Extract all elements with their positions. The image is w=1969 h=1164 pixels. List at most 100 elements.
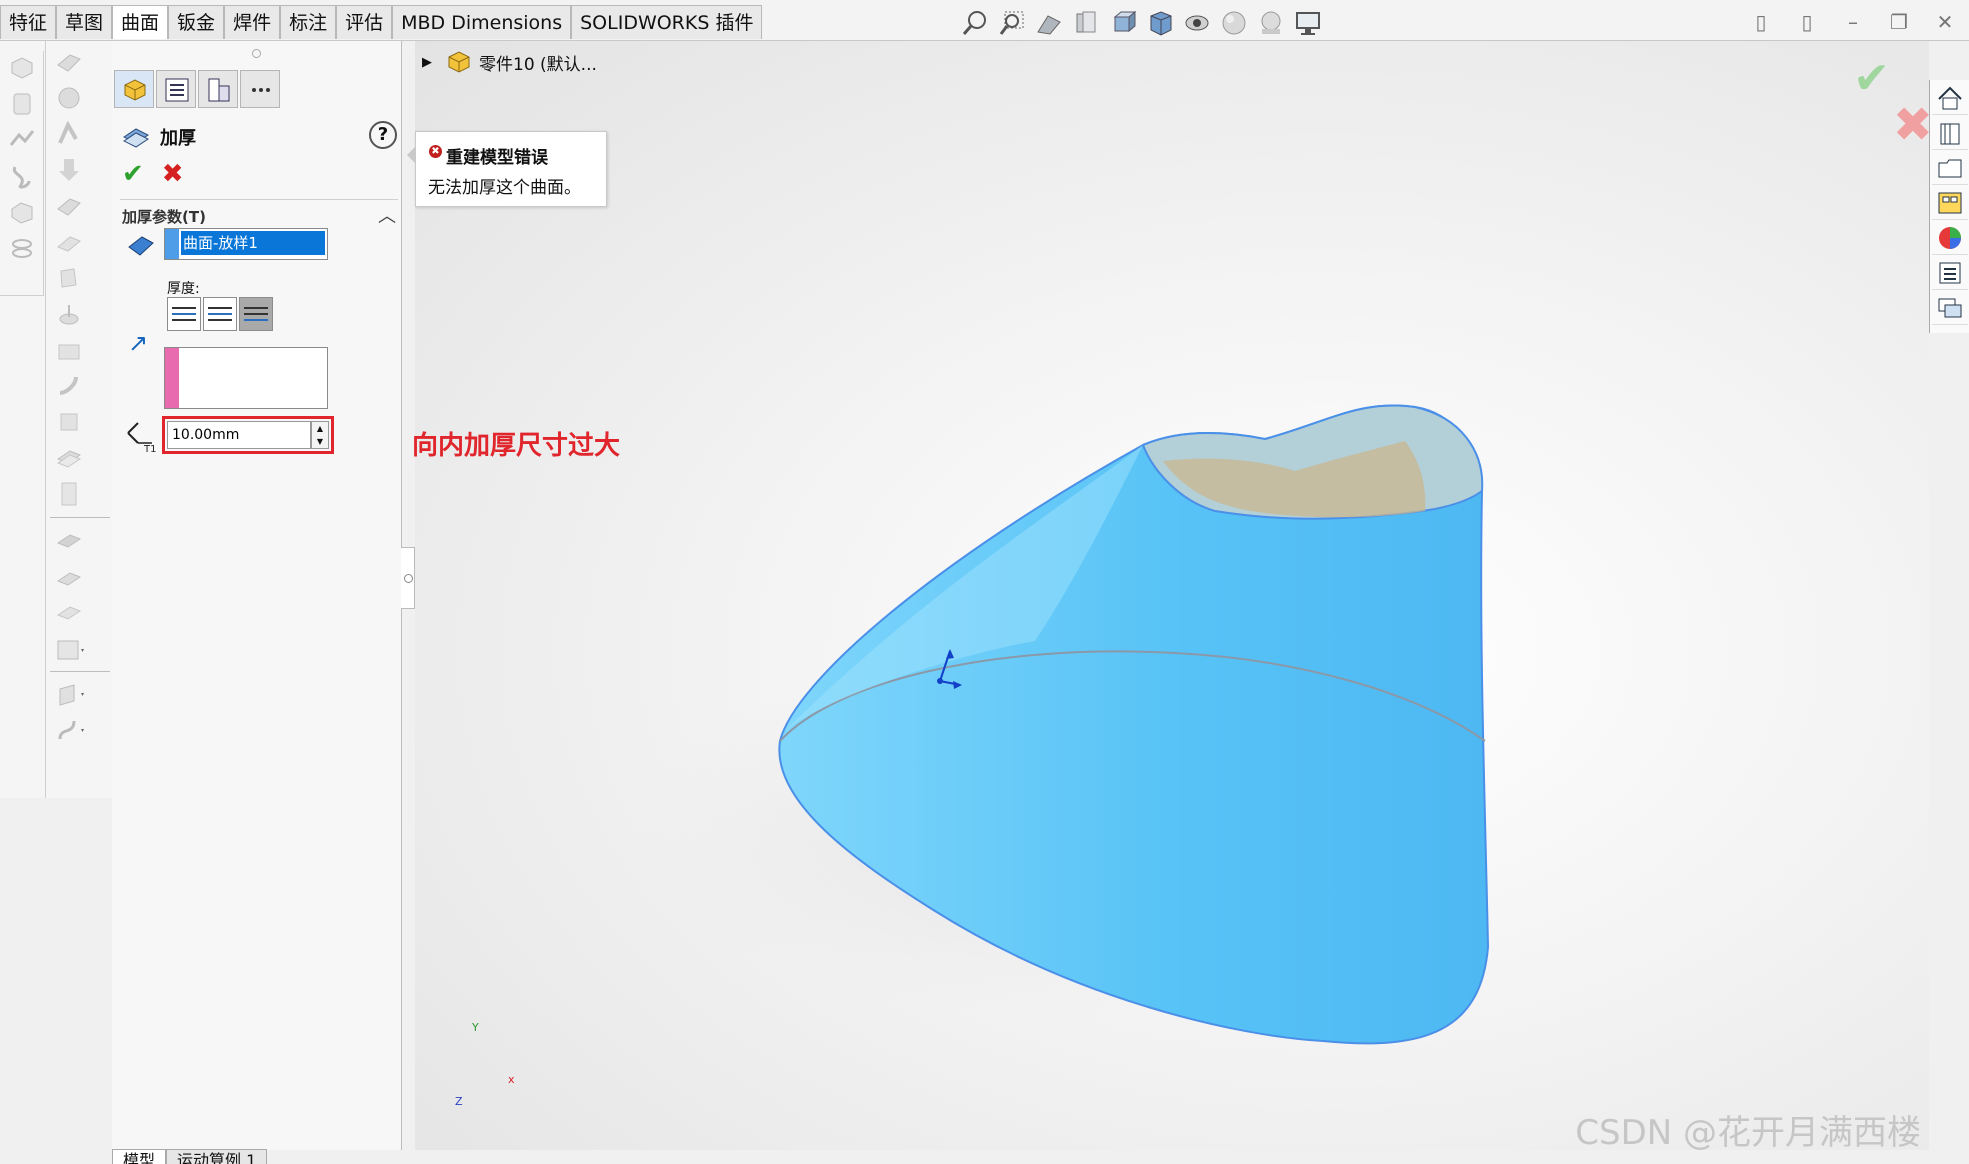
confirmation-cancel-icon[interactable]: ✖ (1893, 97, 1933, 153)
replace-face-icon[interactable] (54, 407, 84, 437)
surface-flatten-icon[interactable] (54, 599, 84, 629)
close-icon[interactable]: ✕ (1933, 10, 1957, 34)
tile-right-icon[interactable]: ▯ (1795, 10, 1819, 34)
window-controls: ▯ ▯ – ❐ ✕ (1749, 10, 1957, 34)
selected-surface-item[interactable]: 曲面-放样1 (181, 231, 325, 255)
axis-label-z: Z (455, 1095, 463, 1108)
extruded-surface-icon[interactable] (7, 53, 37, 83)
group-title: 加厚参数(T) (122, 208, 206, 226)
zoom-to-fit-icon[interactable] (960, 8, 990, 38)
revolved-surface-icon[interactable] (7, 89, 37, 119)
untrim-surface-icon[interactable] (54, 263, 84, 293)
rebuild-error-tooltip: ✖ 重建模型错误 无法加厚这个曲面。 (407, 131, 607, 207)
minimize-icon[interactable]: – (1841, 10, 1865, 34)
tab-model[interactable]: 模型 (112, 1149, 167, 1164)
fill-surface-icon[interactable] (54, 155, 84, 185)
tab-markup[interactable]: 标注 (280, 5, 337, 39)
boundary-surface-icon[interactable] (7, 197, 37, 227)
svg-text:T1: T1 (143, 444, 156, 453)
surface-tools-column (0, 51, 44, 296)
custom-properties-icon[interactable] (1932, 256, 1968, 290)
panel-grip[interactable] (252, 49, 261, 58)
thicken-feature-icon (122, 123, 150, 151)
part-name[interactable]: 零件10 (默认... (479, 50, 597, 75)
freeform-surface-icon[interactable] (7, 233, 37, 263)
axis-label-x: x (508, 1073, 515, 1086)
ruled-surface-icon[interactable] (54, 119, 84, 149)
surface-features-column (45, 41, 111, 798)
ribbon-tabs: 特征 草图 曲面 钣金 焊件 标注 评估 MBD Dimensions SOLI… (0, 5, 763, 39)
thickness-spinner[interactable]: ▲ ▼ (311, 421, 329, 449)
expand-arrow-icon[interactable]: ▶ (415, 55, 439, 70)
cancel-button[interactable]: ✖ (162, 159, 184, 189)
cut-with-surface-icon[interactable] (54, 479, 84, 509)
thicken-side-1-button[interactable] (167, 297, 201, 331)
thicken-parameters-group-header[interactable]: 加厚参数(T) ︿ (120, 199, 398, 227)
tab-mbd-dimensions[interactable]: MBD Dimensions (392, 5, 572, 39)
forum-icon[interactable] (1932, 291, 1968, 325)
knit-surface-icon[interactable] (54, 299, 84, 329)
view-orientation-icon[interactable] (1108, 8, 1138, 38)
task-pane (1929, 80, 1969, 333)
thicken-side-2-button[interactable] (239, 297, 273, 331)
trim-surface-icon[interactable] (54, 227, 84, 257)
appearances-icon[interactable] (1932, 221, 1968, 255)
offset-surface-icon[interactable] (54, 83, 84, 113)
edit-appearance-icon[interactable] (1219, 8, 1249, 38)
more-tabs-icon[interactable] (240, 70, 280, 108)
property-manager-tab[interactable] (156, 70, 196, 108)
previous-view-icon[interactable] (1034, 8, 1064, 38)
ok-button[interactable]: ✔ (122, 159, 144, 189)
tab-motion-study[interactable]: 运动算例 1 (166, 1149, 268, 1164)
tab-solidworks-addins[interactable]: SOLIDWORKS 插件 (571, 5, 763, 39)
tile-left-icon[interactable]: ▯ (1749, 10, 1773, 34)
panel-collapse-handle[interactable] (401, 547, 415, 609)
help-button[interactable]: ? (369, 121, 397, 149)
section-view-icon[interactable] (1071, 8, 1101, 38)
configuration-manager-tab[interactable] (198, 70, 238, 108)
zoom-to-area-icon[interactable] (997, 8, 1027, 38)
delete-face-icon[interactable] (54, 371, 84, 401)
display-style-icon[interactable] (1145, 8, 1175, 38)
tab-weldments[interactable]: 焊件 (224, 5, 281, 39)
reference-geometry-icon[interactable] (54, 679, 84, 709)
file-explorer-icon[interactable] (1932, 151, 1968, 185)
tab-evaluate[interactable]: 评估 (336, 5, 393, 39)
tab-sheet-metal[interactable]: 钣金 (168, 5, 225, 39)
thickness-side-buttons (167, 297, 273, 331)
selection-color-swatch (165, 229, 179, 259)
thickness-input[interactable] (167, 421, 311, 449)
feature-tree-flyout: ▶ 零件10 (默认... (415, 47, 597, 77)
thicken-icon[interactable] (54, 443, 84, 473)
axis-label-y: Y (472, 1021, 479, 1034)
direction-selection-box[interactable] (164, 347, 328, 409)
graphics-area[interactable]: ▶ 零件10 (默认... ✖ 重建模型错误 无法加厚这个曲面。 向内加厚尺寸过… (407, 41, 1933, 1153)
part-icon (448, 51, 470, 73)
swept-surface-icon[interactable] (7, 125, 37, 155)
tab-sketch[interactable]: 草图 (56, 5, 113, 39)
hide-show-items-icon[interactable] (1182, 8, 1212, 38)
surface-cut-icon[interactable] (54, 563, 84, 593)
direction-color-swatch (165, 348, 179, 408)
planar-surface-icon[interactable] (54, 47, 84, 77)
fillet-surface-icon[interactable] (54, 335, 84, 365)
extend-surface-icon[interactable] (54, 191, 84, 221)
thicken-cut-icon[interactable] (54, 527, 84, 557)
tab-features[interactable]: 特征 (0, 5, 57, 39)
tab-surfaces[interactable]: 曲面 (112, 5, 169, 39)
curves-dropdown-icon[interactable] (54, 635, 84, 665)
home-icon[interactable] (1932, 81, 1968, 115)
view-palette-icon[interactable] (1932, 186, 1968, 220)
apply-scene-icon[interactable] (1256, 8, 1286, 38)
design-library-icon[interactable] (1932, 116, 1968, 150)
lofted-surface-icon[interactable] (7, 161, 37, 191)
surface-selection-box[interactable]: 曲面-放样1 (164, 228, 328, 260)
restore-icon[interactable]: ❐ (1887, 10, 1911, 34)
chevron-up-icon[interactable]: ︿ (378, 202, 396, 228)
thicken-both-sides-button[interactable] (203, 297, 237, 331)
view-settings-icon[interactable] (1293, 8, 1323, 38)
confirmation-ok-icon[interactable]: ✔ (1853, 53, 1890, 104)
curves-icon[interactable] (54, 715, 84, 745)
error-title: 重建模型错误 (446, 148, 548, 168)
feature-manager-tab[interactable] (114, 70, 154, 108)
